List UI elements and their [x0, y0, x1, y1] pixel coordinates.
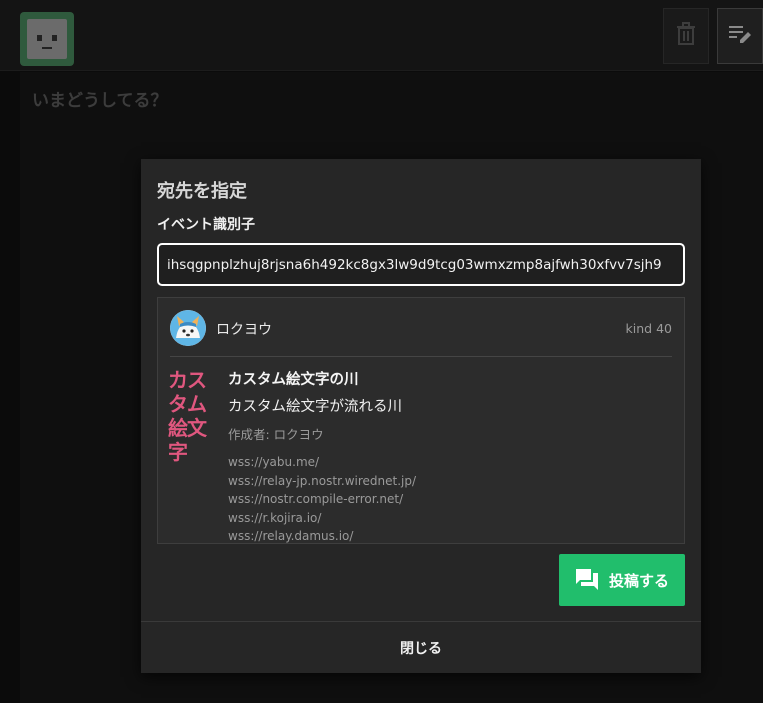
- top-bar: [0, 0, 763, 71]
- post-button-label: 投稿する: [608, 571, 669, 590]
- app-root: いまどうしてる？ 宛先を指定 イベント識別子 ihsqgpnplzhuj8rjs…: [0, 0, 763, 703]
- close-button[interactable]: 閉じる: [394, 637, 448, 659]
- post-button[interactable]: 投稿する: [559, 554, 685, 606]
- relay-list: wss://yabu.me/ wss://relay-jp.nostr.wire…: [228, 453, 668, 546]
- channel-about: カスタム絵文字が流れる川: [228, 399, 402, 415]
- profile-avatar[interactable]: [170, 310, 206, 346]
- relay-item: wss://relay.damus.io/: [228, 529, 354, 543]
- trash-icon: [675, 22, 697, 50]
- avatar-face: [27, 19, 67, 59]
- modal-footer: 閉じる: [141, 621, 701, 673]
- compose-placeholder: いまどうしてる？: [32, 91, 168, 111]
- channel-name: カスタム絵文字の川: [228, 372, 359, 388]
- edit-note-icon: [727, 22, 753, 50]
- relay-item: wss://r.kojira.io/: [228, 510, 322, 525]
- modal-title: 宛先を指定: [157, 181, 247, 202]
- event-id-input[interactable]: [157, 243, 685, 286]
- relay-item: wss://relay-jp.nostr.wirednet.jp/: [228, 473, 417, 488]
- card-header: ロクヨウ kind 40: [170, 310, 672, 357]
- delete-button[interactable]: [663, 8, 709, 64]
- relay-item: wss://yabu.me/: [228, 455, 320, 469]
- profile-name[interactable]: ロクヨウ: [216, 319, 272, 339]
- kind-label: kind 40: [625, 321, 672, 336]
- reply-chat-icon: [575, 568, 599, 592]
- event-id-label: イベント識別子: [157, 217, 255, 233]
- channel-author: 作成者: ロクヨウ: [228, 427, 324, 442]
- edit-button[interactable]: [717, 8, 763, 64]
- channel-info: カスタム絵文字の川 カスタム絵文字が流れる川 作成者: ロクヨウ wss://y…: [228, 368, 668, 546]
- recipient-modal: 宛先を指定 イベント識別子 ロクヨウ: [141, 159, 701, 673]
- event-preview-card: ロクヨウ kind 40 カスタム 絵文字 カスタム絵文字の川 カスタム絵文字が…: [157, 297, 685, 544]
- channel-picture: カスタム 絵文字: [168, 368, 207, 464]
- user-avatar[interactable]: [20, 12, 74, 66]
- relay-item: wss://nostr.compile-error.net/: [228, 492, 404, 506]
